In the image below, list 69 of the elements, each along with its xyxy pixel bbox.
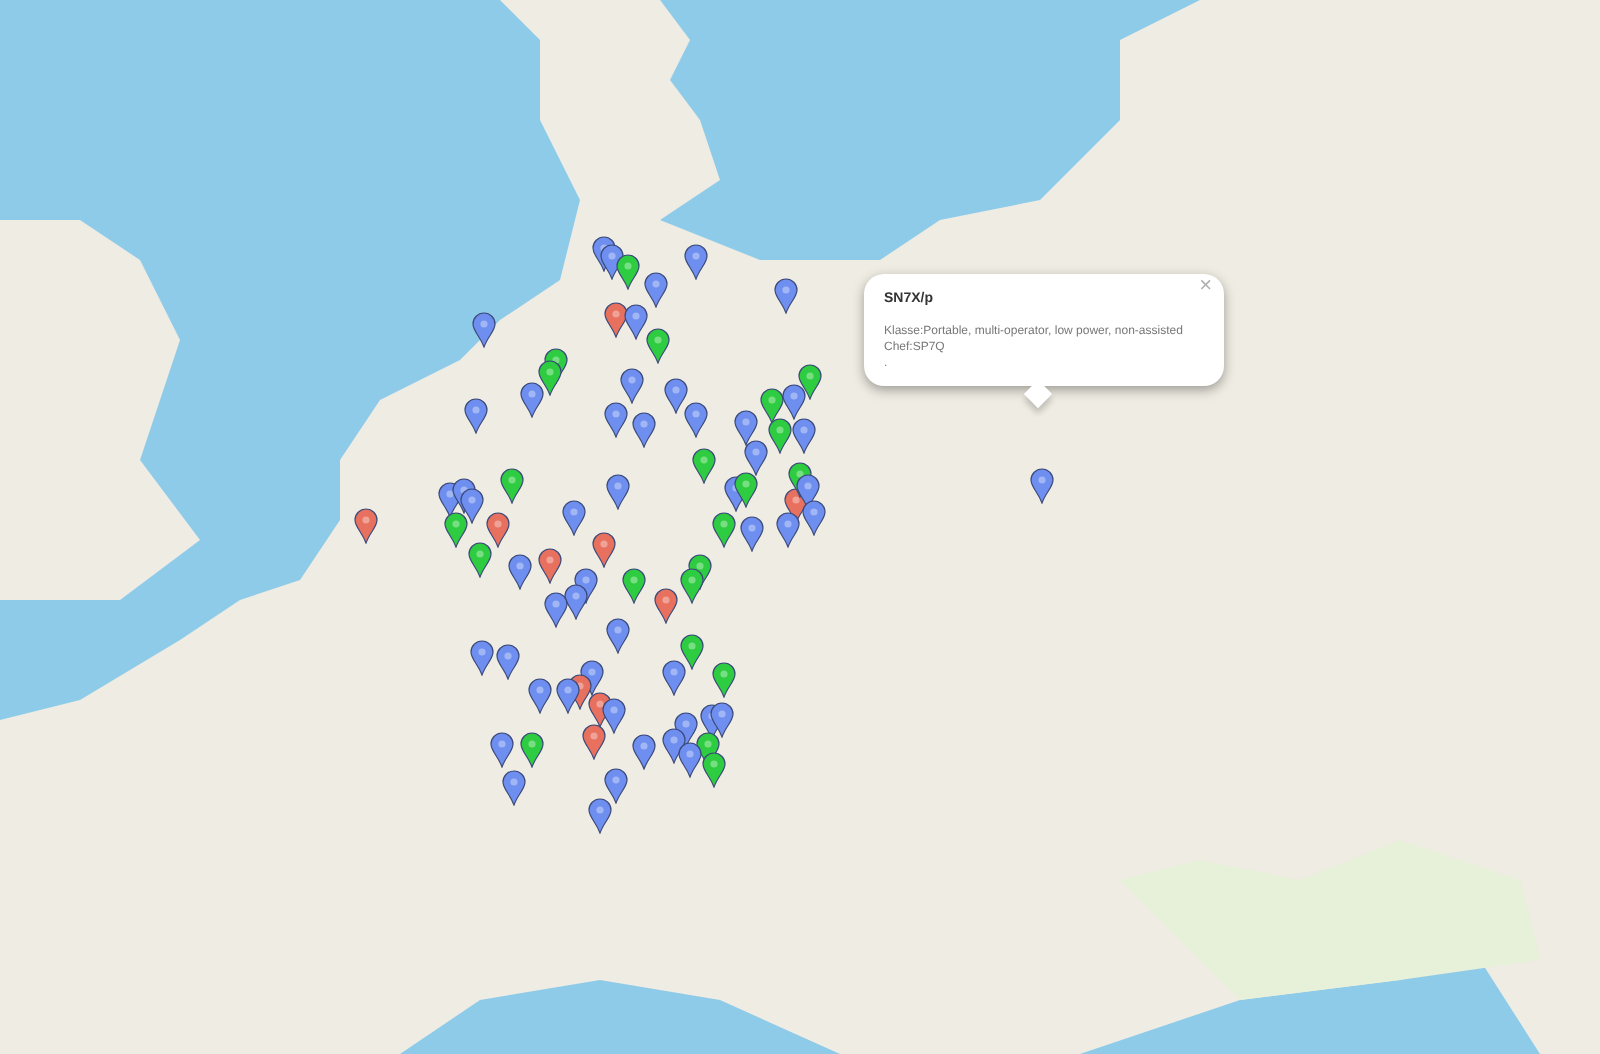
map-pin[interactable] <box>654 588 678 624</box>
map-pin[interactable] <box>500 468 524 504</box>
map-pin[interactable] <box>460 488 484 524</box>
map-pin[interactable] <box>624 304 648 340</box>
map-pin[interactable] <box>604 402 628 438</box>
map-pin[interactable] <box>616 254 640 290</box>
map-pin[interactable] <box>538 360 562 396</box>
map-pin[interactable] <box>712 662 736 698</box>
map-pin[interactable] <box>472 312 496 348</box>
map-pin[interactable] <box>768 418 792 454</box>
map-pin[interactable] <box>796 474 820 510</box>
map-pin[interactable] <box>740 516 764 552</box>
close-button[interactable]: × <box>1199 276 1212 298</box>
map-pin[interactable] <box>604 768 628 804</box>
map-pin[interactable] <box>644 272 668 308</box>
map-pin[interactable] <box>684 244 708 280</box>
map-pin[interactable] <box>680 568 704 604</box>
map-pin[interactable] <box>702 752 726 788</box>
map-pin[interactable] <box>680 634 704 670</box>
map-pin[interactable] <box>802 500 826 536</box>
map-pin[interactable] <box>734 472 758 508</box>
map-pin[interactable] <box>692 448 716 484</box>
map-pin[interactable] <box>464 398 488 434</box>
map-pin[interactable] <box>798 364 822 400</box>
map-pin[interactable] <box>646 328 670 364</box>
map-pin[interactable] <box>582 724 606 760</box>
map-pin[interactable] <box>710 702 734 738</box>
map-pin[interactable] <box>538 548 562 584</box>
map-pin[interactable] <box>562 500 586 536</box>
map-pin[interactable] <box>588 798 612 834</box>
map-pin[interactable] <box>528 678 552 714</box>
map-pin[interactable] <box>684 402 708 438</box>
map-pin[interactable] <box>678 742 702 778</box>
map-pin[interactable] <box>760 388 784 424</box>
map-pin[interactable] <box>774 278 798 314</box>
map-pin[interactable] <box>470 640 494 676</box>
map-pin[interactable] <box>776 512 800 548</box>
map-pin[interactable] <box>662 728 686 764</box>
map-pin[interactable] <box>664 378 688 414</box>
map-pin[interactable] <box>486 512 510 548</box>
map-pin[interactable] <box>496 644 520 680</box>
map-pin[interactable] <box>1030 468 1054 504</box>
map-pin[interactable] <box>604 302 628 338</box>
map-pin[interactable] <box>662 660 686 696</box>
map-pin[interactable] <box>606 474 630 510</box>
map-pin[interactable] <box>508 554 532 590</box>
map-pin[interactable] <box>564 584 588 620</box>
map-pin[interactable] <box>602 698 626 734</box>
map-pin[interactable] <box>744 440 768 476</box>
map-pin[interactable] <box>444 512 468 548</box>
map-pin[interactable] <box>712 512 736 548</box>
map-pin[interactable] <box>632 412 656 448</box>
map-pin[interactable] <box>490 732 514 768</box>
map-pin[interactable] <box>468 542 492 578</box>
map-pin[interactable] <box>622 568 646 604</box>
map-pin[interactable] <box>606 618 630 654</box>
map-pin[interactable] <box>620 368 644 404</box>
map-pin[interactable] <box>520 732 544 768</box>
map-pin[interactable] <box>354 508 378 544</box>
map-pin[interactable] <box>592 532 616 568</box>
map-pin[interactable] <box>600 244 624 280</box>
map-pin[interactable] <box>792 418 816 454</box>
map-pin[interactable] <box>520 382 544 418</box>
map-pin[interactable] <box>734 410 758 446</box>
map-pin[interactable] <box>502 770 526 806</box>
map-pin[interactable] <box>556 678 580 714</box>
map-pin[interactable] <box>632 734 656 770</box>
map-pin[interactable] <box>782 384 806 420</box>
map-pin[interactable] <box>544 592 568 628</box>
